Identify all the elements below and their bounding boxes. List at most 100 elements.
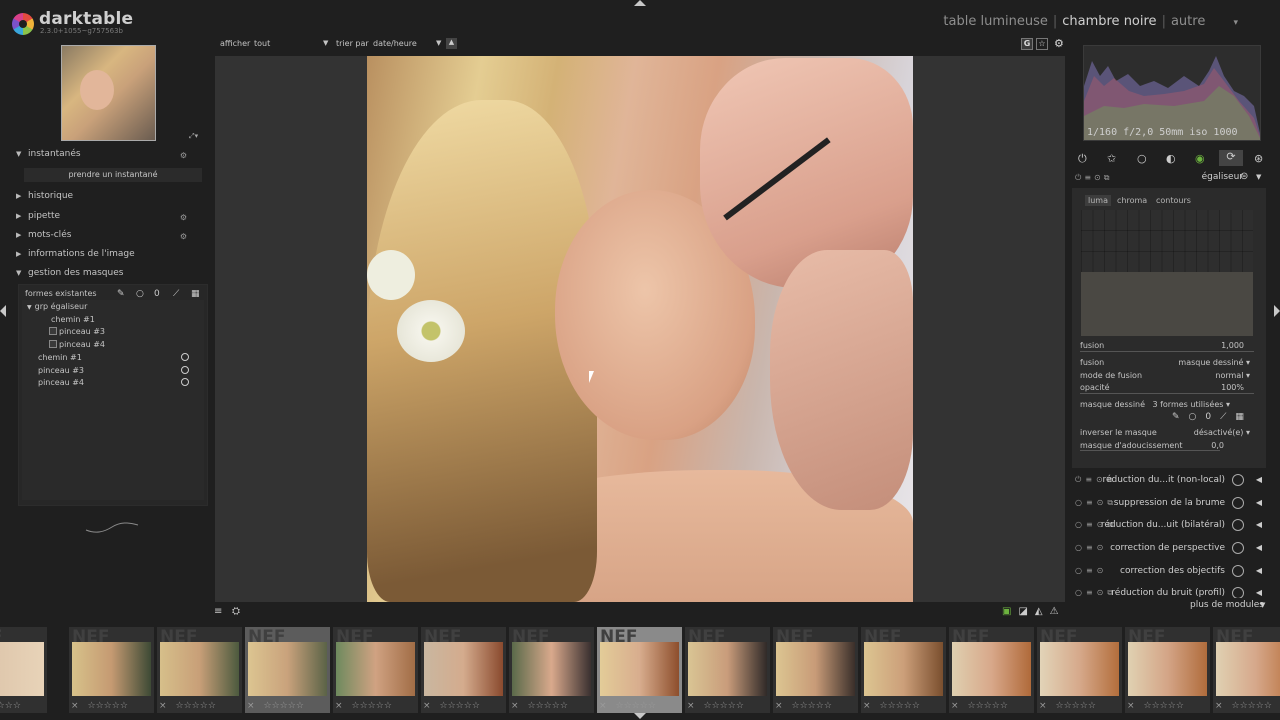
mask-tree-item[interactable]: chemin #1 bbox=[51, 315, 95, 324]
preset-icon[interactable]: ⚙ bbox=[180, 213, 187, 222]
star-rating[interactable]: × ☆☆☆☆☆ bbox=[0, 701, 21, 711]
expand-arrow-icon[interactable]: ◀ bbox=[1256, 498, 1262, 507]
mask-shape-tools-icon[interactable]: ✎○0⟋▦ bbox=[1172, 412, 1253, 422]
mask-tree-item[interactable]: pinceau #3 bbox=[49, 327, 105, 336]
module-nonlocal-denoise[interactable]: ⏻≡⊙⧉ réduction du...it (non-local) ◀ bbox=[1072, 471, 1266, 491]
star-rating[interactable]: × ☆☆☆☆☆ bbox=[511, 701, 568, 711]
star-rating[interactable]: × ☆☆☆☆☆ bbox=[599, 701, 656, 711]
fusion-combobox[interactable]: fusion masque dessiné ▾ bbox=[1080, 358, 1254, 367]
expand-arrow-icon[interactable]: ◀ bbox=[1256, 588, 1262, 597]
module-history[interactable]: ▶ historique bbox=[16, 191, 209, 209]
slider-track[interactable] bbox=[1080, 450, 1220, 451]
gradient-shape-icon[interactable]: ⟋ bbox=[173, 289, 179, 299]
filmstrip-thumbnail[interactable]: NEF× ☆☆☆☆☆ bbox=[1125, 627, 1210, 713]
preset-icon[interactable]: ⚙ bbox=[180, 232, 187, 241]
star-rating[interactable]: × ☆☆☆☆☆ bbox=[1127, 701, 1184, 711]
drawn-mask-row[interactable]: masque dessiné 3 formes utilisées ▾ bbox=[1080, 400, 1254, 409]
color-assessment-icon[interactable]: ▣ bbox=[1002, 606, 1018, 617]
gamut-check-icon[interactable]: ⚠ bbox=[1050, 606, 1066, 617]
expand-arrow-icon[interactable]: ◀ bbox=[1256, 543, 1262, 552]
color-group-icon[interactable]: ◉ bbox=[1195, 152, 1205, 165]
soften-mask-slider[interactable]: masque d'adoucissement 0,0 bbox=[1080, 441, 1254, 450]
star-rating[interactable]: × ☆☆☆☆☆ bbox=[863, 701, 920, 711]
module-image-information[interactable]: ▶ informations de l'image bbox=[16, 249, 209, 267]
sort-value[interactable]: date/heure bbox=[373, 39, 417, 48]
view-other[interactable]: autre bbox=[1171, 14, 1205, 29]
preset-icon[interactable]: ⚙ bbox=[180, 151, 187, 160]
pencil-icon[interactable]: ✎ bbox=[117, 289, 125, 299]
correct-group-icon[interactable]: ⟳ bbox=[1219, 150, 1243, 166]
tab-contours[interactable]: contours bbox=[1153, 195, 1194, 206]
filmstrip-thumbnail[interactable]: NEF× ☆☆☆☆☆ bbox=[773, 627, 858, 713]
chevron-down-icon[interactable]: ▼ bbox=[1260, 601, 1265, 609]
star-rating[interactable]: × ☆☆☆☆☆ bbox=[247, 701, 304, 711]
mask-tree-item[interactable]: pinceau #4 bbox=[38, 378, 84, 387]
tab-chroma[interactable]: chroma bbox=[1114, 195, 1150, 206]
grouping-icon[interactable]: G bbox=[1021, 38, 1033, 50]
mask-tree-item[interactable]: chemin #1 bbox=[38, 353, 82, 362]
mask-tree-item-group[interactable]: ▼ grp égaliseur bbox=[27, 302, 87, 311]
opacity-slider[interactable]: opacité 100% bbox=[1080, 383, 1254, 392]
tone-group-icon[interactable]: ◐ bbox=[1166, 152, 1176, 165]
sort-order-icon[interactable]: ▲ bbox=[446, 38, 457, 49]
collapse-right-panel-arrow-icon[interactable] bbox=[1274, 305, 1280, 317]
chevron-down-icon[interactable]: ▾ bbox=[1233, 18, 1238, 28]
base-group-icon[interactable]: ○ bbox=[1137, 152, 1147, 165]
expand-arrow-icon[interactable]: ◀ bbox=[1256, 475, 1262, 484]
show-filter-value[interactable]: tout bbox=[254, 39, 270, 48]
module-profiled-denoise[interactable]: ○≡⊙⧉ réduction du bruit (profil) ◀ bbox=[1072, 584, 1266, 598]
view-lighttable[interactable]: table lumineuse bbox=[943, 14, 1047, 29]
star-rating[interactable]: × ☆☆☆☆☆ bbox=[423, 701, 480, 711]
circle-shape-icon[interactable]: ○ bbox=[136, 289, 144, 299]
module-controls-icon[interactable]: ⏻≡⊙⧉ bbox=[1075, 173, 1112, 183]
gear-icon[interactable]: ⚙ bbox=[1054, 37, 1064, 50]
invert-mask-combobox[interactable]: inverser le masque désactivé(e) ▾ bbox=[1080, 428, 1254, 437]
filmstrip-thumbnail[interactable]: NEF× ☆☆☆☆☆ bbox=[245, 627, 330, 713]
module-haze-removal[interactable]: ○≡⊙⧉ suppression de la brume ◀ bbox=[1072, 494, 1266, 514]
module-tagging[interactable]: ▶ mots-clés ⚙ bbox=[16, 230, 209, 248]
ellipse-shape-icon[interactable]: 0 bbox=[154, 289, 160, 299]
collapse-top-panel-arrow-icon[interactable] bbox=[634, 0, 646, 6]
filmstrip-thumbnail[interactable]: NEF× ☆☆☆☆☆ bbox=[949, 627, 1034, 713]
favorite-modules-icon[interactable]: ✩ bbox=[1107, 152, 1116, 165]
tab-luma[interactable]: luma bbox=[1085, 195, 1111, 206]
star-rating[interactable]: × ☆☆☆☆☆ bbox=[951, 701, 1008, 711]
filmstrip-thumbnail[interactable]: NEF× ☆☆☆☆☆ bbox=[685, 627, 770, 713]
collapse-left-panel-arrow-icon[interactable] bbox=[0, 305, 6, 317]
mask-tree-item[interactable]: pinceau #4 bbox=[49, 340, 105, 349]
softproof-icon[interactable]: ◪ bbox=[1018, 606, 1034, 617]
effect-group-icon[interactable]: ⊛ bbox=[1254, 152, 1263, 165]
style-icon[interactable]: ◭ bbox=[1035, 606, 1050, 617]
view-darkroom[interactable]: chambre noire bbox=[1062, 14, 1156, 29]
filmstrip-thumbnail[interactable]: NEF× ☆☆☆☆☆ bbox=[421, 627, 506, 713]
filmstrip-thumbnail[interactable]: NEF× ☆☆☆☆☆ bbox=[1037, 627, 1122, 713]
module-lens-correction[interactable]: ○≡⊙ correction des objectifs ◀ bbox=[1072, 562, 1266, 582]
module-controls-icon[interactable]: ○≡⊙ bbox=[1075, 543, 1107, 552]
filmstrip-thumbnail[interactable]: NEF× ☆☆☆☆☆ bbox=[597, 627, 682, 713]
star-rating[interactable]: × ☆☆☆☆☆ bbox=[1215, 701, 1272, 711]
module-snapshots[interactable]: ▼ instantanés ⚙ bbox=[16, 149, 209, 167]
star-rating[interactable]: × ☆☆☆☆☆ bbox=[1039, 701, 1096, 711]
star-rating[interactable]: × ☆☆☆☆☆ bbox=[687, 701, 744, 711]
star-rating[interactable]: × ☆☆☆☆☆ bbox=[71, 701, 128, 711]
take-snapshot-button[interactable]: prendre un instantané bbox=[24, 168, 202, 182]
star-rating[interactable]: × ☆☆☆☆☆ bbox=[775, 701, 832, 711]
filmstrip-thumbnail[interactable]: NEF× ☆☆☆☆☆ bbox=[0, 627, 47, 713]
module-controls-icon[interactable]: ○≡⊙⧉ bbox=[1075, 498, 1117, 508]
expand-arrow-icon[interactable]: ◀ bbox=[1256, 520, 1262, 529]
blend-slider[interactable]: fusion 1,000 bbox=[1080, 341, 1254, 350]
slider-track[interactable] bbox=[1080, 393, 1254, 394]
filmstrip-thumbnail[interactable]: NEF× ☆☆☆☆☆ bbox=[861, 627, 946, 713]
presets-icon[interactable]: ⛭ bbox=[232, 606, 240, 617]
filmstrip-thumbnail[interactable]: NEF× ☆☆☆☆☆ bbox=[69, 627, 154, 713]
collapse-bottom-panel-arrow-icon[interactable] bbox=[634, 713, 646, 719]
module-controls-icon[interactable]: ○≡⊙ bbox=[1075, 566, 1107, 575]
menu-icon[interactable]: ≡ bbox=[214, 606, 222, 617]
star-rating[interactable]: × ☆☆☆☆☆ bbox=[159, 701, 216, 711]
star-rating[interactable]: × ☆☆☆☆☆ bbox=[335, 701, 392, 711]
path-shape-icon[interactable]: ▦ bbox=[191, 289, 200, 299]
module-color-picker[interactable]: ▶ pipette ⚙ bbox=[16, 211, 209, 229]
chevron-down-icon[interactable]: ▼ bbox=[436, 39, 441, 47]
slider-track[interactable] bbox=[1080, 351, 1254, 352]
filmstrip-thumbnail[interactable]: NEF× ☆☆☆☆☆ bbox=[157, 627, 242, 713]
